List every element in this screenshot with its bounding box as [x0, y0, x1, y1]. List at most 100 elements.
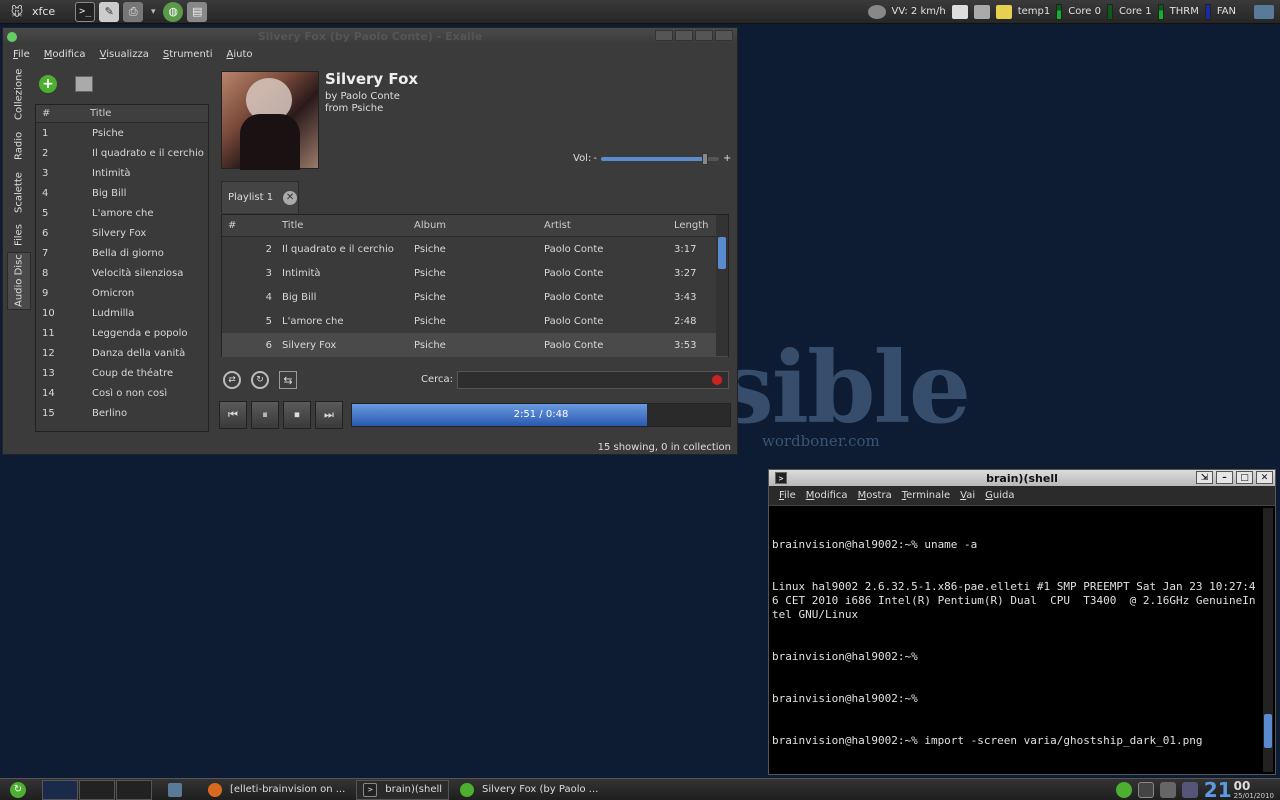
menu-modifica[interactable]: Modifica — [44, 49, 86, 60]
taskbar-item-browser[interactable]: [elleti-brainvision on ... — [201, 780, 352, 800]
notes-icon[interactable] — [995, 4, 1012, 19]
add-icon[interactable]: + — [39, 75, 57, 93]
terminal-scroll-thumb[interactable] — [1264, 714, 1272, 748]
clock[interactable]: 21 00 25/01/2010 — [1204, 780, 1274, 800]
text-editor-launcher-icon[interactable]: ✎ — [99, 1, 120, 22]
globe-launcher-icon[interactable]: ◍ — [163, 1, 184, 22]
tab-collezione[interactable]: Collezione — [7, 64, 31, 124]
play-tray-icon[interactable] — [1115, 781, 1132, 798]
list-item[interactable]: 2 Il quadrato e il cerchio — [36, 143, 208, 163]
table-row[interactable]: 4 Big Bill Psiche Paolo Conte 3:43 — [222, 285, 728, 309]
playlist-scrollbar[interactable] — [716, 215, 728, 356]
taskbar-item-exaile[interactable]: Silvery Fox (by Paolo ... — [453, 780, 605, 800]
repeat-icon[interactable]: ↻ — [251, 371, 269, 389]
menu-strumenti[interactable]: Strumenti — [163, 49, 213, 60]
tab-radio[interactable]: Radio — [7, 126, 31, 166]
volume-minus[interactable]: - — [593, 153, 597, 164]
menu-file[interactable]: File — [13, 49, 30, 60]
search-input[interactable] — [457, 371, 729, 389]
menu-visualizza[interactable]: Visualizza — [100, 49, 149, 60]
table-row[interactable]: 2 Il quadrato e il cerchio Psiche Paolo Con… — [222, 237, 728, 261]
tab-audio-disc[interactable]: Audio Disc — [7, 252, 31, 310]
taskbar-item-terminal[interactable]: > brain)(shell — [356, 779, 450, 800]
terminal-output[interactable]: brainvision@hal9002:~% uname -a Linux ha… — [769, 506, 1275, 776]
menu-file[interactable]: File — [779, 490, 796, 501]
menu-modifica[interactable]: Modifica — [806, 490, 848, 501]
taskbar-item-desktop[interactable] — [161, 780, 197, 800]
exaile-titlebar[interactable]: Silvery Fox (by Paolo Conte) - Exaile — [3, 28, 737, 45]
tab-files[interactable]: Files — [7, 220, 31, 250]
list-item[interactable]: 5 L'amore che — [36, 203, 208, 223]
previous-icon[interactable]: ⏮ — [219, 401, 247, 429]
maximize-button[interactable]: □ — [1236, 471, 1253, 484]
col-num-header[interactable]: # — [36, 108, 90, 119]
table-row[interactable]: 6 Silvery Fox Psiche Paolo Conte 3:53 — [222, 333, 728, 357]
shuffle-icon[interactable]: ⇄ — [223, 371, 241, 389]
tab-playlist-1[interactable]: Playlist 1 ✕ — [221, 181, 299, 213]
terminal-titlebar[interactable]: > brain)(shell ⇲ – □ ✕ — [769, 470, 1275, 486]
list-item[interactable]: 6 Silvery Fox — [36, 223, 208, 243]
list-item[interactable]: 10 Ludmilla — [36, 303, 208, 323]
show-desktop-icon[interactable] — [1254, 4, 1274, 19]
dynamic-icon[interactable]: ⇆ — [279, 371, 297, 389]
chevron-down-icon[interactable]: ▾ — [147, 2, 159, 22]
list-item[interactable]: 7 Bella di giorno — [36, 243, 208, 263]
terminal-scrollbar[interactable] — [1263, 508, 1273, 772]
terminal-launcher-icon[interactable]: >_ — [75, 1, 96, 22]
list-item[interactable]: 13 Coup de théatre — [36, 363, 208, 383]
list-item[interactable]: 4 Big Bill — [36, 183, 208, 203]
clipboard-icon[interactable] — [951, 4, 968, 19]
shade-button[interactable]: ⇲ — [1196, 471, 1213, 484]
workspace-1[interactable] — [42, 779, 78, 800]
shade-button[interactable] — [655, 30, 673, 41]
list-item[interactable]: 11 Leggenda e popolo — [36, 323, 208, 343]
volume-slider[interactable] — [600, 152, 719, 165]
clear-search-icon[interactable] — [712, 375, 722, 385]
workspace-2[interactable] — [79, 779, 115, 800]
list-item[interactable]: 15 Berlino — [36, 403, 208, 423]
xfce-mouse-icon[interactable]: 🐭 — [6, 4, 28, 20]
col-length-header[interactable]: Length — [670, 220, 714, 231]
close-tab-icon[interactable]: ✕ — [283, 190, 298, 205]
next-icon[interactable]: ⏭ — [315, 401, 343, 429]
app-menu-icon[interactable]: ↻ — [10, 781, 26, 798]
table-row[interactable]: 5 L'amore che Psiche Paolo Conte 2:48 — [222, 309, 728, 333]
volume-slider-handle[interactable] — [701, 152, 708, 165]
disk-icon[interactable] — [1181, 781, 1198, 798]
tab-scalette[interactable]: Scalette — [7, 168, 31, 218]
book-launcher-icon[interactable]: ▤ — [187, 1, 208, 22]
menu-terminale[interactable]: Terminale — [902, 490, 950, 501]
list-item[interactable]: 3 Intimità — [36, 163, 208, 183]
pause-icon[interactable]: ⏸ — [251, 401, 279, 429]
workspace-3[interactable] — [116, 779, 152, 800]
menu-vai[interactable]: Vai — [960, 490, 975, 501]
list-item[interactable]: 1 Psiche — [36, 123, 208, 143]
col-num-header[interactable]: # — [222, 220, 278, 231]
stop-icon[interactable]: ⏹ — [283, 401, 311, 429]
list-item[interactable]: 12 Danza della vanità — [36, 343, 208, 363]
mail-icon[interactable] — [973, 4, 990, 19]
printer-launcher-icon[interactable]: ⎙ — [123, 1, 144, 22]
col-artist-header[interactable]: Artist — [540, 220, 670, 231]
close-button[interactable] — [715, 30, 733, 41]
maximize-button[interactable] — [695, 30, 713, 41]
col-album-header[interactable]: Album — [410, 220, 540, 231]
playlist-scroll-thumb[interactable] — [718, 237, 726, 269]
col-title-header[interactable]: Title — [278, 220, 410, 231]
menu-guida[interactable]: Guida — [985, 490, 1014, 501]
table-row[interactable]: 3 Intimità Psiche Paolo Conte 3:27 — [222, 261, 728, 285]
minimize-button[interactable]: – — [1216, 471, 1233, 484]
disc-icon[interactable] — [75, 76, 93, 92]
battery-icon[interactable] — [1137, 781, 1154, 798]
list-item[interactable]: 8 Velocità silenziosa — [36, 263, 208, 283]
minimize-button[interactable] — [675, 30, 693, 41]
menu-aiuto[interactable]: Aiuto — [227, 49, 253, 60]
menu-mostra[interactable]: Mostra — [858, 490, 892, 501]
volume-plus[interactable]: + — [723, 153, 731, 164]
list-item[interactable]: 9 Omicron — [36, 283, 208, 303]
xfce-menu-label[interactable]: xfce — [32, 5, 55, 18]
close-button[interactable]: ✕ — [1256, 471, 1273, 484]
network-icon[interactable] — [1159, 781, 1176, 798]
list-item[interactable]: 14 Così o non così — [36, 383, 208, 403]
playback-progress[interactable]: 2:51 / 0:48 — [351, 403, 731, 427]
